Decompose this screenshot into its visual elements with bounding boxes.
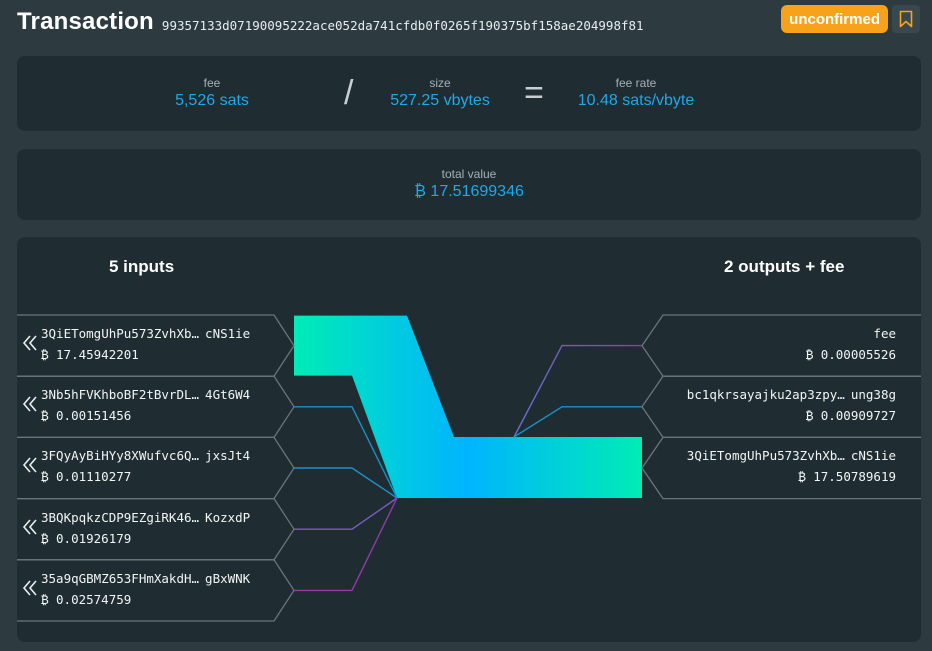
output-flow-line <box>513 406 642 438</box>
bookmark-icon <box>899 10 913 28</box>
transaction-flow-panel: 5 inputs 2 outputs + fee 3QiETomgUhPu573… <box>17 237 921 642</box>
output-address[interactable]: bc1qkrsayajku2ap3zpy… ung38g <box>687 387 896 402</box>
divide-symbol: / <box>344 74 354 112</box>
address-head: 3BQKpqkzCDP9EZgiRK46… <box>41 509 200 525</box>
double-chevron-left-icon[interactable] <box>21 331 39 355</box>
input-address[interactable]: 3BQKpqkzCDP9EZgiRK46… KozxdP <box>41 510 250 525</box>
input-address[interactable]: 35a9qGBMZ653FHmXakdH… gBxWNK <box>41 571 250 586</box>
equals-symbol: = <box>524 74 544 112</box>
total-value-amount: ₿ 17.51699346 <box>414 183 524 200</box>
address-tail: ung38g <box>850 387 896 403</box>
total-value-panel: total value ₿ 17.51699346 <box>17 149 921 220</box>
address-tail: jxsJt4 <box>205 448 251 464</box>
address-tail: 4Gt6W4 <box>205 387 251 403</box>
address-head: 3FQyAyBiHYy8XWufvc6Q… <box>41 448 200 464</box>
address-tail: KozxdP <box>205 509 251 525</box>
output-row[interactable]: bc1qkrsayajku2ap3zpy… ung38g ₿ 0.00909727 <box>663 376 896 437</box>
transaction-id[interactable]: 99357133d07190095222ace052da741cfdb0f026… <box>162 18 644 33</box>
address-head: 3Nb5hFVKhboBF2tBvrDL… <box>41 387 200 403</box>
output-address[interactable]: fee <box>873 326 896 341</box>
address-head: bc1qkrsayajku2ap3zpy… <box>686 387 845 403</box>
fee-label: fee <box>203 76 221 90</box>
input-address[interactable]: 3FQyAyBiHYy8XWufvc6Q… jxsJt4 <box>41 448 250 463</box>
input-row[interactable]: 3QiETomgUhPu573ZvhXb… cNS1ie ₿ 17.45942201 <box>22 315 291 376</box>
fee-flow-line <box>513 344 642 438</box>
input-row[interactable]: 35a9qGBMZ653FHmXakdH… gBxWNK ₿ 0.02574759 <box>22 560 291 621</box>
total-value-stat: total value ₿ 17.51699346 <box>369 167 569 201</box>
address-tail: cNS1ie <box>850 448 896 464</box>
input-amount: ₿ 0.02574759 <box>41 591 132 607</box>
status-badge: unconfirmed <box>781 5 888 33</box>
fee-stat: fee 5,526 sats <box>147 76 277 110</box>
input-address[interactable]: 3QiETomgUhPu573ZvhXb… cNS1ie <box>41 326 250 341</box>
fee-summary-panel: fee 5,526 sats / size 527.25 vbytes = fe… <box>17 56 921 131</box>
output-amount: ₿ 17.50789619 <box>798 469 896 485</box>
input-amount: ₿ 0.01110277 <box>41 469 132 485</box>
input-amount: ₿ 0.00151456 <box>41 408 132 424</box>
bookmark-button[interactable] <box>892 5 920 33</box>
input-flow-line <box>294 497 398 592</box>
address-head: 35a9qGBMZ653FHmXakdH… <box>41 570 200 586</box>
address-head: fee <box>873 326 896 341</box>
total-value-label: total value <box>441 167 497 181</box>
double-chevron-left-icon[interactable] <box>21 453 39 477</box>
fee-rate-stat: fee rate 10.48 sats/vbyte <box>556 76 716 110</box>
fee-rate-value: 10.48 sats/vbyte <box>577 92 695 109</box>
input-row[interactable]: 3BQKpqkzCDP9EZgiRK46… KozxdP ₿ 0.01926179 <box>22 499 291 560</box>
size-label: size <box>429 76 451 90</box>
size-stat: size 527.25 vbytes <box>365 76 515 110</box>
size-value: 527.25 vbytes <box>390 92 490 109</box>
double-chevron-left-icon[interactable] <box>21 576 39 600</box>
input-amount: ₿ 0.01926179 <box>41 530 132 546</box>
fee-output-row[interactable]: fee ₿ 0.00005526 <box>663 315 896 376</box>
address-tail: cNS1ie <box>205 326 251 341</box>
input-address[interactable]: 3Nb5hFVKhboBF2tBvrDL… 4Gt6W4 <box>41 387 250 402</box>
output-amount: ₿ 0.00909727 <box>805 408 896 424</box>
address-tail: gBxWNK <box>205 570 251 586</box>
output-amount: ₿ 0.00005526 <box>805 347 896 362</box>
input-flow-line <box>294 467 398 499</box>
output-row[interactable]: 3QiETomgUhPu573ZvhXb… cNS1ie ₿ 17.50789619 <box>663 437 896 498</box>
fee-rate-label: fee rate <box>615 76 657 90</box>
fee-value: 5,526 sats <box>175 92 249 109</box>
input-row[interactable]: 3FQyAyBiHYy8XWufvc6Q… jxsJt4 ₿ 0.01110277 <box>22 437 291 498</box>
double-chevron-left-icon[interactable] <box>21 392 39 416</box>
output-address[interactable]: 3QiETomgUhPu573ZvhXb… cNS1ie <box>687 448 896 463</box>
input-flow-line <box>294 497 398 530</box>
input-amount: ₿ 17.45942201 <box>41 347 139 362</box>
address-head: 3QiETomgUhPu573ZvhXb… <box>41 326 200 341</box>
page-title: Transaction <box>17 8 154 35</box>
input-row[interactable]: 3Nb5hFVKhboBF2tBvrDL… 4Gt6W4 ₿ 0.00151456 <box>22 376 291 437</box>
address-head: 3QiETomgUhPu573ZvhXb… <box>686 448 845 464</box>
double-chevron-left-icon[interactable] <box>21 515 39 539</box>
